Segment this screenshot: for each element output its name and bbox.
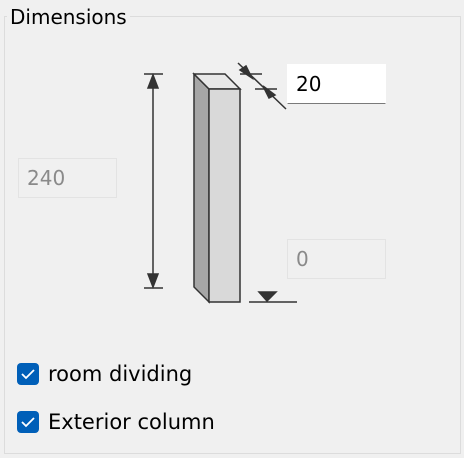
exterior-column-label: Exterior column bbox=[48, 410, 215, 434]
offset-input: 0 bbox=[287, 239, 386, 279]
room-dividing-label: room dividing bbox=[48, 362, 193, 386]
room-dividing-option[interactable]: room dividing bbox=[17, 360, 192, 388]
checkmark-icon bbox=[21, 369, 35, 380]
dimensions-panel: Dimensions 20 240 0 room dividing Exteri… bbox=[0, 0, 464, 458]
height-input: 240 bbox=[18, 158, 117, 198]
room-dividing-checkbox[interactable] bbox=[17, 363, 39, 385]
column-shape bbox=[192, 72, 242, 304]
exterior-column-checkbox[interactable] bbox=[17, 411, 39, 433]
height-dimension-line bbox=[144, 72, 163, 290]
thickness-dimension-line bbox=[237, 62, 287, 110]
exterior-column-option[interactable]: Exterior column bbox=[17, 408, 215, 436]
checkmark-icon bbox=[21, 417, 35, 428]
base-offset-marker bbox=[249, 291, 297, 303]
thickness-input[interactable]: 20 bbox=[287, 64, 386, 104]
dimension-diagram bbox=[144, 62, 297, 304]
